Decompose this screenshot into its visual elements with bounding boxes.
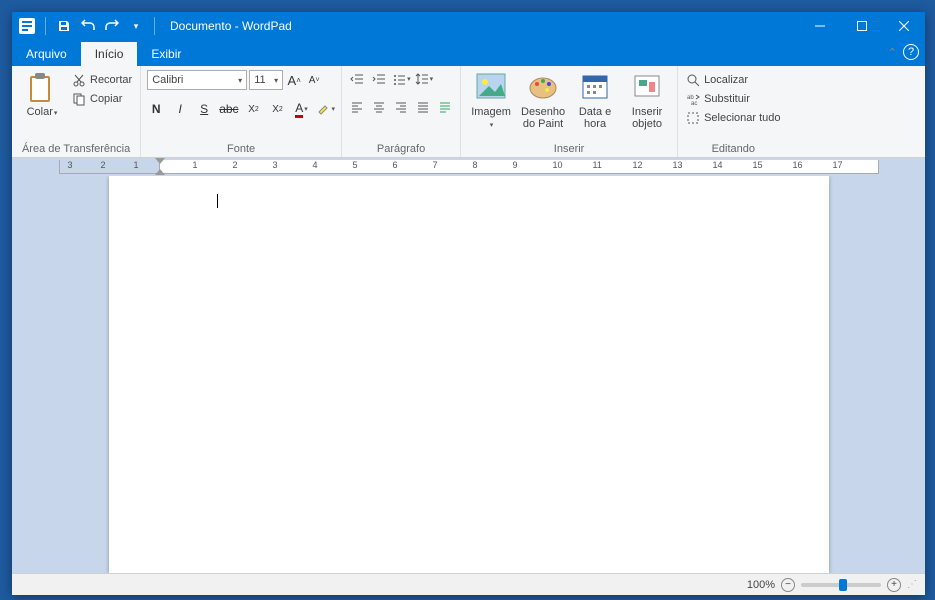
- underline-button[interactable]: S: [195, 100, 213, 118]
- replace-button[interactable]: abac Substituir: [684, 91, 782, 107]
- group-paragraph: ▾ ▾ Parágrafo: [342, 66, 461, 157]
- help-icon[interactable]: ?: [903, 44, 919, 60]
- calendar-icon: [579, 72, 611, 104]
- increase-indent-button[interactable]: [370, 70, 388, 88]
- highlight-button[interactable]: ▾: [317, 100, 336, 118]
- tab-file[interactable]: Arquivo: [12, 42, 81, 66]
- font-family-combo[interactable]: Calibri▾: [147, 70, 247, 90]
- grow-font-button[interactable]: A˄: [285, 71, 303, 89]
- tab-home[interactable]: Início: [81, 42, 138, 66]
- italic-button[interactable]: I: [171, 100, 189, 118]
- zoom-out-button[interactable]: −: [781, 578, 795, 592]
- superscript-button[interactable]: X2: [269, 100, 287, 118]
- shrink-font-button[interactable]: A˅: [305, 71, 323, 89]
- font-size-combo[interactable]: 11▾: [249, 70, 283, 90]
- document-page[interactable]: [109, 176, 829, 573]
- paste-button[interactable]: Colar▾: [18, 70, 66, 120]
- zoom-in-button[interactable]: +: [887, 578, 901, 592]
- paragraph-dialog-button[interactable]: [436, 98, 454, 116]
- align-left-button[interactable]: [348, 98, 366, 116]
- bullets-button[interactable]: ▾: [392, 70, 411, 88]
- cut-button[interactable]: Recortar: [70, 72, 134, 88]
- insert-image-button[interactable]: Imagem▾: [467, 70, 515, 132]
- replace-icon: abac: [686, 92, 700, 106]
- paint-icon: [527, 72, 559, 104]
- statusbar: 100% − + ⋰: [12, 573, 925, 595]
- align-right-button[interactable]: [392, 98, 410, 116]
- text-color-button[interactable]: A▾: [293, 100, 311, 118]
- image-icon: [475, 72, 507, 104]
- tab-bar: Arquivo Início Exibir ⌃ ?: [12, 40, 925, 66]
- copy-button[interactable]: Copiar: [70, 91, 134, 107]
- find-button[interactable]: Localizar: [684, 72, 782, 88]
- group-label-clipboard: Área de Transferência: [18, 141, 134, 155]
- copy-icon: [72, 92, 86, 106]
- object-icon: [631, 72, 663, 104]
- ribbon: Colar▾ Recortar Copiar Área de Transferê…: [12, 66, 925, 158]
- minimize-button[interactable]: [799, 12, 841, 40]
- ruler[interactable]: 321 1234567891011121314151617: [12, 158, 925, 176]
- clipboard-icon: [26, 72, 58, 104]
- insert-paint-button[interactable]: Desenho do Paint: [519, 70, 567, 130]
- save-icon[interactable]: [55, 17, 73, 35]
- insert-datetime-button[interactable]: Data e hora: [571, 70, 619, 130]
- redo-icon[interactable]: [103, 17, 121, 35]
- scissors-icon: [72, 73, 86, 87]
- resize-grip-icon[interactable]: ⋰: [907, 579, 917, 590]
- group-font: Calibri▾ 11▾ A˄ A˅ N I S abc X2 X2 A▾ ▾ …: [141, 66, 342, 157]
- group-editing: Localizar abac Substituir Selecionar tud…: [678, 66, 788, 157]
- find-icon: [686, 73, 700, 87]
- select-all-icon: [686, 111, 700, 125]
- group-label-paragraph: Parágrafo: [348, 141, 454, 155]
- zoom-slider[interactable]: [801, 583, 881, 587]
- strikethrough-button[interactable]: abc: [219, 100, 238, 118]
- maximize-button[interactable]: [841, 12, 883, 40]
- text-cursor: [217, 194, 218, 208]
- bold-button[interactable]: N: [147, 100, 165, 118]
- collapse-ribbon-icon[interactable]: ⌃: [888, 46, 897, 59]
- workspace: 321 1234567891011121314151617: [12, 158, 925, 573]
- group-insert: Imagem▾ Desenho do Paint Data e hora Ins…: [461, 66, 678, 157]
- close-button[interactable]: [883, 12, 925, 40]
- zoom-level: 100%: [747, 579, 775, 591]
- group-clipboard: Colar▾ Recortar Copiar Área de Transferê…: [12, 66, 141, 157]
- wordpad-window: ▾ Documento - WordPad Arquivo Início Exi…: [12, 12, 925, 595]
- insert-object-button[interactable]: Inserir objeto: [623, 70, 671, 130]
- window-title: Documento - WordPad: [170, 19, 799, 33]
- undo-icon[interactable]: [79, 17, 97, 35]
- svg-text:ac: ac: [691, 101, 697, 106]
- align-center-button[interactable]: [370, 98, 388, 116]
- group-label-insert: Inserir: [467, 141, 671, 155]
- line-spacing-button[interactable]: ▾: [415, 70, 434, 88]
- app-icon: [18, 17, 36, 35]
- group-label-editing: Editando: [684, 141, 782, 155]
- group-label-font: Fonte: [147, 141, 335, 155]
- qat-dropdown-icon[interactable]: ▾: [127, 17, 145, 35]
- select-all-button[interactable]: Selecionar tudo: [684, 110, 782, 126]
- titlebar: ▾ Documento - WordPad: [12, 12, 925, 40]
- tab-view[interactable]: Exibir: [137, 42, 195, 66]
- decrease-indent-button[interactable]: [348, 70, 366, 88]
- align-justify-button[interactable]: [414, 98, 432, 116]
- subscript-button[interactable]: X2: [245, 100, 263, 118]
